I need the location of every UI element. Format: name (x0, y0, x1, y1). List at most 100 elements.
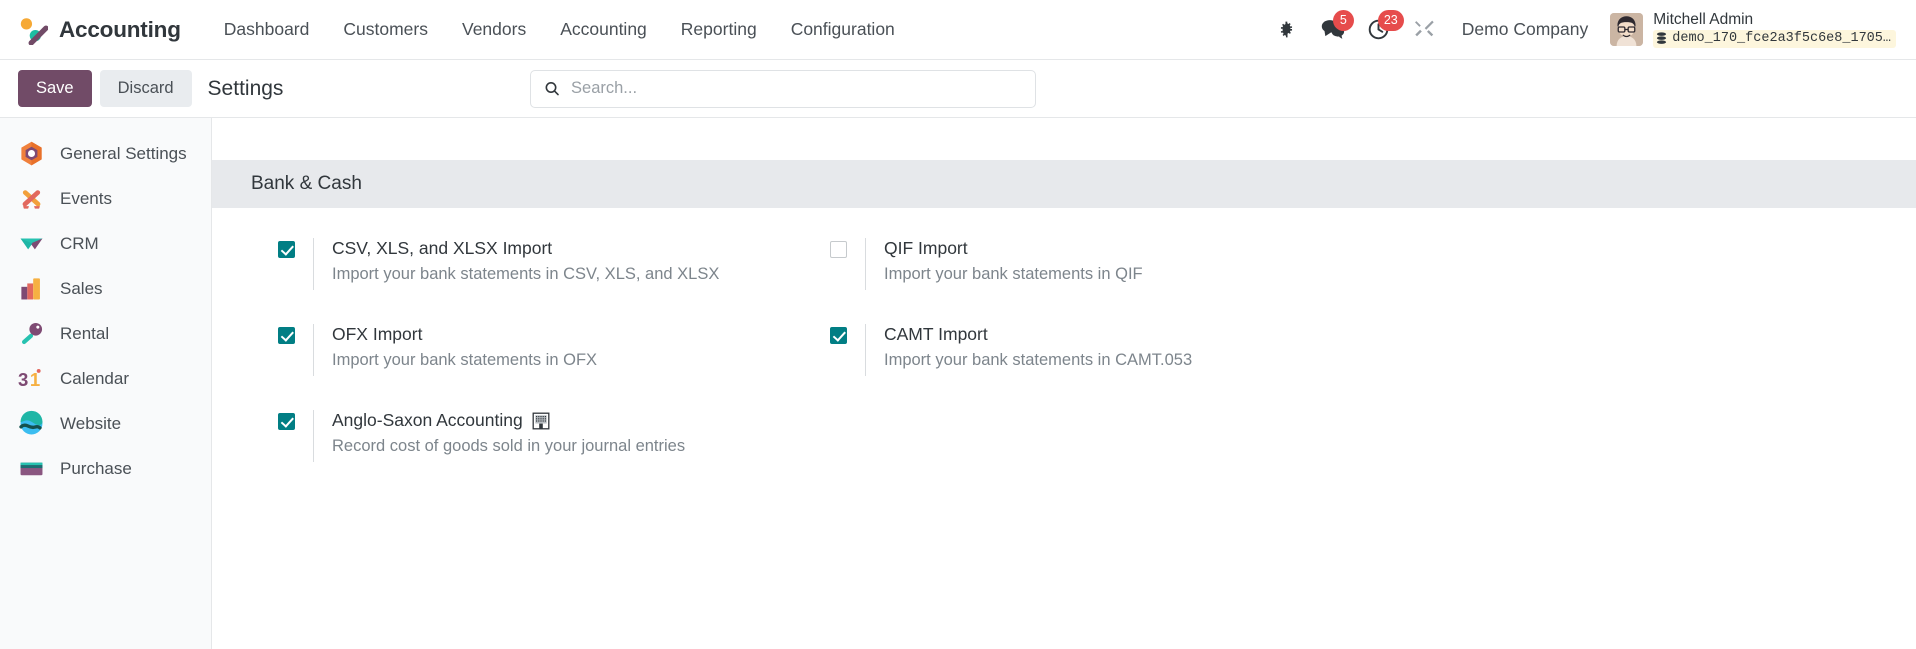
settings-sidebar: General Settings Events CRM Sales Rental… (0, 118, 212, 649)
database-name: demo_170_fce2a3f5c6e8_1705… (1672, 31, 1891, 47)
setting-text: OFX Import Import your bank statements i… (332, 324, 597, 370)
app-brand[interactable]: Accounting (18, 15, 181, 45)
user-name: Mitchell Admin (1653, 11, 1754, 29)
sidebar-item-label: Website (60, 413, 122, 433)
setting-divider (865, 324, 866, 376)
navbar-right-tools: 5 23 Demo Company Mitchell Admin demo_17… (1264, 7, 1902, 51)
sidebar-item-label: Rental (60, 323, 110, 343)
menu-item-configuration[interactable]: Configuration (774, 11, 912, 48)
search-icon (545, 82, 559, 96)
user-menu[interactable]: Mitchell Admin demo_170_fce2a3f5c6e8_170… (1602, 7, 1902, 51)
sidebar-item-crm[interactable]: CRM (0, 221, 211, 266)
save-button[interactable]: Save (18, 70, 92, 107)
settings-row: CSV, XLS, and XLSX Import Import your ba… (212, 238, 1916, 324)
activities-badge: 23 (1377, 10, 1404, 32)
setting-title: OFX Import (332, 324, 423, 344)
setting-divider (313, 238, 314, 290)
setting-title: Anglo-Saxon Accounting (332, 410, 685, 431)
setting-divider (313, 410, 314, 462)
company-building-icon (532, 412, 550, 429)
settings-row: Anglo-Saxon Accounting Record cost of go… (212, 410, 1916, 496)
purchase-icon (20, 462, 43, 476)
debug-tools-icon[interactable] (1402, 8, 1448, 50)
setting-text: CAMT Import Import your bank statements … (884, 324, 1192, 370)
sidebar-item-purchase[interactable]: Purchase (0, 446, 211, 491)
user-avatar-glyph (1610, 12, 1644, 46)
setting-divider (313, 324, 314, 376)
database-icon (1657, 32, 1667, 45)
discard-button[interactable]: Discard (99, 70, 192, 107)
bug-glyph (1281, 21, 1293, 38)
main-menu: Dashboard Customers Vendors Accounting R… (207, 11, 912, 48)
svg-text:3: 3 (18, 369, 28, 390)
search-input[interactable] (571, 79, 1022, 98)
sidebar-item-website[interactable]: Website (0, 401, 211, 446)
sidebar-item-label: CRM (60, 233, 99, 253)
sidebar-item-label: Calendar (60, 368, 129, 388)
sidebar-item-label: Purchase (60, 458, 132, 478)
sidebar-item-calendar[interactable]: 3 1 Calendar (0, 356, 211, 401)
setting-title-label: Anglo-Saxon Accounting (332, 410, 523, 430)
top-navbar: Accounting Dashboard Customers Vendors A… (0, 0, 1916, 60)
settings-row: OFX Import Import your bank statements i… (212, 324, 1916, 410)
messages-badge: 5 (1332, 10, 1354, 32)
website-icon (19, 410, 43, 435)
setting-title: QIF Import (884, 238, 968, 258)
user-text: Mitchell Admin demo_170_fce2a3f5c6e8_170… (1653, 11, 1896, 48)
events-icon (22, 190, 41, 209)
setting-description: Record cost of goods sold in your journa… (332, 437, 686, 455)
menu-item-accounting[interactable]: Accounting (543, 11, 664, 48)
menu-item-reporting[interactable]: Reporting (664, 11, 774, 48)
anglo-saxon-accounting-checkbox[interactable] (278, 413, 295, 430)
sales-icon (21, 278, 40, 300)
sidebar-item-events[interactable]: Events (0, 176, 211, 221)
company-switcher[interactable]: Demo Company (1448, 11, 1602, 48)
setting-description: Import your bank statements in CAMT.053 (884, 351, 1193, 369)
csv-import-checkbox[interactable] (278, 241, 295, 258)
search-container (530, 69, 1036, 108)
menu-item-customers[interactable]: Customers (326, 11, 445, 48)
menu-item-dashboard[interactable]: Dashboard (207, 11, 327, 48)
sidebar-item-sales[interactable]: Sales (0, 266, 211, 311)
general-settings-icon (21, 141, 42, 166)
ofx-import-checkbox[interactable] (278, 327, 295, 344)
app-name: Accounting (59, 16, 181, 42)
setting-csv-import: CSV, XLS, and XLSX Import Import your ba… (212, 238, 792, 290)
setting-anglo-saxon-accounting: Anglo-Saxon Accounting Record cost of go… (212, 410, 792, 462)
setting-description: Import your bank statements in QIF (884, 265, 1143, 283)
setting-qif-import: QIF Import Import your bank statements i… (792, 238, 1372, 290)
setting-description: Import your bank statements in OFX (332, 351, 598, 369)
control-panel: Save Discard Settings (0, 60, 1916, 118)
avatar (1610, 12, 1644, 46)
messages-icon[interactable]: 5 (1310, 8, 1356, 50)
calendar-icon: 3 1 (18, 368, 41, 390)
qif-import-checkbox[interactable] (830, 241, 847, 258)
settings-grid: CSV, XLS, and XLSX Import Import your ba… (212, 208, 1916, 496)
sidebar-item-rental[interactable]: Rental (0, 311, 211, 356)
setting-text: QIF Import Import your bank statements i… (884, 238, 1143, 284)
menu-item-vendors[interactable]: Vendors (445, 11, 543, 48)
bug-icon[interactable] (1264, 8, 1310, 50)
crm-icon (20, 238, 43, 250)
search-box[interactable] (530, 69, 1036, 108)
setting-text: Anglo-Saxon Accounting Record cost of go… (332, 410, 685, 456)
setting-divider (865, 238, 866, 290)
setting-text: CSV, XLS, and XLSX Import Import your ba… (332, 238, 719, 284)
sidebar-item-label: Events (60, 188, 112, 208)
section-title-bank-and-cash: Bank & Cash (212, 160, 1916, 208)
camt-import-checkbox[interactable] (830, 327, 847, 344)
activities-clock-icon[interactable]: 23 (1356, 8, 1404, 50)
setting-title: CSV, XLS, and XLSX Import (332, 238, 553, 258)
sidebar-item-label: General Settings (60, 143, 187, 163)
setting-title: CAMT Import (884, 324, 988, 344)
settings-content: Bank & Cash CSV, XLS, and XLSX Import Im… (212, 118, 1916, 649)
odoo-accounting-logo-icon (20, 17, 48, 45)
setting-camt-import: CAMT Import Import your bank statements … (792, 324, 1372, 376)
database-chip: demo_170_fce2a3f5c6e8_1705… (1653, 30, 1896, 48)
sidebar-item-label: Sales (60, 278, 103, 298)
page-title: Settings (207, 76, 284, 100)
sidebar-item-general-settings[interactable]: General Settings (0, 131, 211, 176)
wrench-screwdriver-glyph (1415, 20, 1434, 37)
page-body: General Settings Events CRM Sales Rental… (0, 118, 1916, 649)
rental-icon (22, 322, 43, 345)
